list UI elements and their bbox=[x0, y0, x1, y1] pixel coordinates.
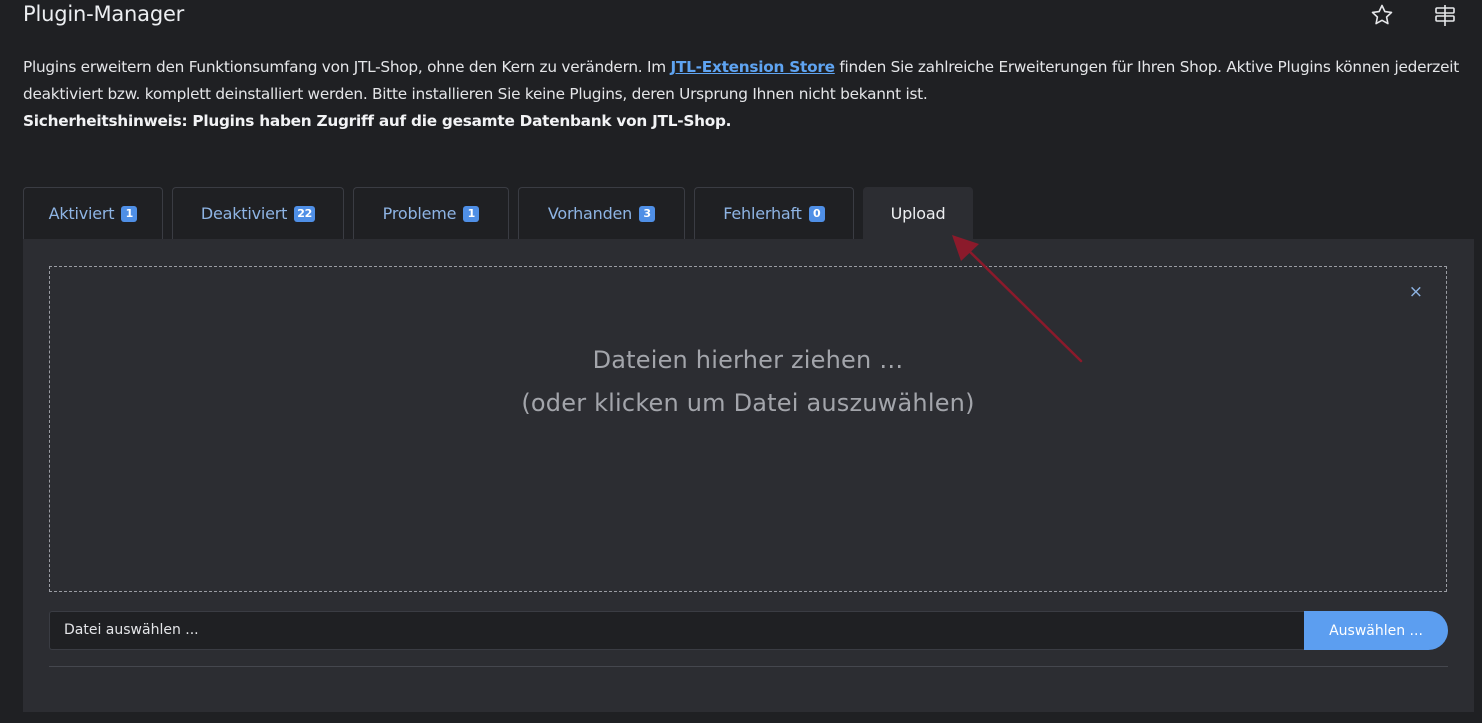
count-badge: 0 bbox=[808, 205, 825, 222]
count-badge: 1 bbox=[121, 205, 138, 222]
tab-label: Probleme bbox=[382, 204, 457, 223]
count-badge: 1 bbox=[463, 205, 480, 222]
dropzone-line-2: (oder klicken um Datei auszuwählen) bbox=[521, 389, 975, 417]
count-badge: 22 bbox=[294, 205, 316, 222]
intro-text-before: Plugins erweitern den Funktionsumfang vo… bbox=[23, 58, 671, 76]
star-icon[interactable] bbox=[1369, 2, 1395, 28]
divider bbox=[49, 666, 1448, 667]
page-title: Plugin-Manager bbox=[23, 2, 185, 26]
tab-upload[interactable]: Upload bbox=[863, 187, 973, 239]
intro-text: Plugins erweitern den Funktionsumfang vo… bbox=[23, 54, 1463, 135]
tab-label: Fehlerhaft bbox=[723, 204, 802, 223]
tab-label: Aktiviert bbox=[48, 204, 115, 223]
tab-aktiviert[interactable]: Aktiviert 1 bbox=[23, 187, 163, 239]
file-dropzone[interactable]: × Dateien hierher ziehen … (oder klicken… bbox=[49, 266, 1447, 592]
extension-store-link[interactable]: JTL-Extension Store bbox=[671, 58, 835, 76]
tab-label: Upload bbox=[890, 204, 946, 223]
choose-file-button[interactable]: Auswählen ... bbox=[1304, 611, 1448, 650]
tab-probleme[interactable]: Probleme 1 bbox=[353, 187, 509, 239]
plugin-manager-page: Plugin-Manager Plugins erweitern den Fun… bbox=[0, 0, 1482, 723]
upload-panel: × Dateien hierher ziehen … (oder klicken… bbox=[23, 239, 1474, 712]
tab-label: Deaktiviert bbox=[200, 204, 288, 223]
dropzone-line-1: Dateien hierher ziehen … bbox=[592, 346, 904, 374]
tours-icon[interactable] bbox=[1432, 2, 1458, 28]
tab-fehlerhaft[interactable]: Fehlerhaft 0 bbox=[694, 187, 854, 239]
tab-deaktiviert[interactable]: Deaktiviert 22 bbox=[172, 187, 344, 239]
file-picker: Datei auswählen ... Auswählen ... bbox=[49, 611, 1448, 650]
file-name-field[interactable]: Datei auswählen ... bbox=[49, 611, 1305, 650]
close-icon[interactable]: × bbox=[1409, 283, 1423, 301]
dropzone-caption: Dateien hierher ziehen … (oder klicken u… bbox=[50, 339, 1446, 425]
tab-label: Vorhanden bbox=[547, 204, 633, 223]
count-badge: 3 bbox=[639, 205, 656, 222]
security-warning: Sicherheitshinweis: Plugins haben Zugrif… bbox=[23, 112, 732, 130]
tab-vorhanden[interactable]: Vorhanden 3 bbox=[518, 187, 685, 239]
